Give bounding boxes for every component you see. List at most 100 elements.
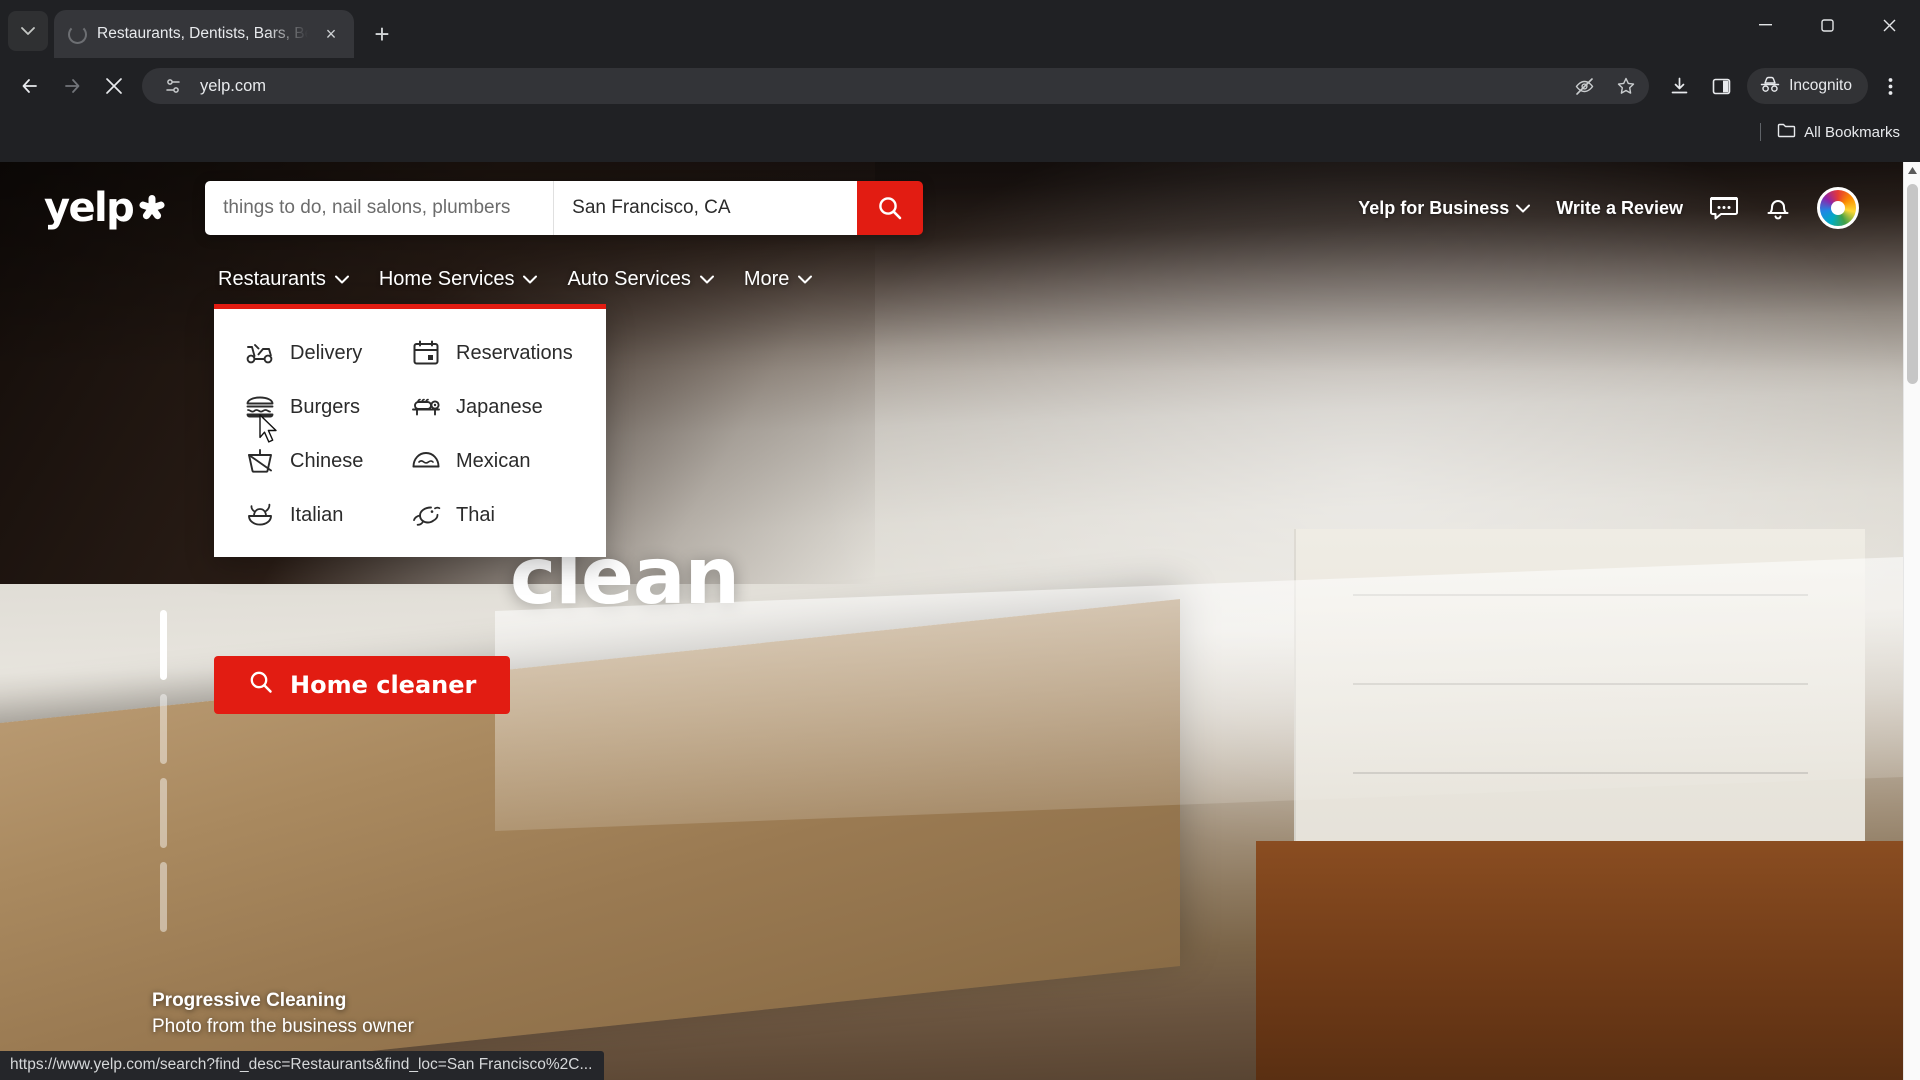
photo-credit-business: Progressive Cleaning <box>152 990 347 1011</box>
new-tab-button[interactable]: + <box>364 16 400 52</box>
search-input[interactable] <box>223 197 536 219</box>
scroll-up-arrow-icon[interactable] <box>1904 162 1920 179</box>
category-restaurants[interactable]: Restaurants <box>218 258 379 305</box>
category-label: Auto Services <box>567 268 691 290</box>
window-controls <box>1734 0 1920 50</box>
browser-window: Restaurants, Dentists, Bars, Bea × + yel… <box>0 0 1920 1080</box>
photo-credit: Progressive Cleaning Photo from the busi… <box>152 990 414 1038</box>
yelp-header: yelp things to do, nail salons, plumbers… <box>0 162 1903 254</box>
dropdown-item-label: Burgers <box>290 395 361 418</box>
dropdown-item-thai[interactable]: Thai <box>410 499 576 531</box>
yelp-for-business-menu[interactable]: Yelp for Business <box>1358 197 1531 219</box>
stop-loading-icon[interactable] <box>94 66 134 106</box>
shrimp-icon <box>410 499 442 531</box>
dropdown-item-label: Thai <box>456 503 495 526</box>
browser-tab[interactable]: Restaurants, Dentists, Bars, Bea × <box>54 10 354 58</box>
page-scrollbar[interactable] <box>1903 162 1920 1080</box>
dropdown-item-label: Chinese <box>290 449 364 472</box>
hero-photo-floor <box>1255 841 1903 1080</box>
notifications-bell-icon[interactable] <box>1765 194 1791 222</box>
incognito-indicator[interactable]: Incognito <box>1747 68 1868 104</box>
search-submit-button[interactable] <box>857 181 924 235</box>
yelp-wordmark: yelp <box>44 185 135 231</box>
search-location-field[interactable] <box>553 181 858 235</box>
category-more[interactable]: More <box>744 258 843 305</box>
incognito-hat-icon <box>1759 74 1781 99</box>
carousel-indicator[interactable] <box>160 862 167 932</box>
dropdown-item-label: Japanese <box>456 395 543 418</box>
close-tab-icon[interactable]: × <box>318 21 344 47</box>
incognito-label: Incognito <box>1789 77 1852 94</box>
chevron-down-icon <box>334 272 349 287</box>
dropdown-item-mexican[interactable]: Mexican <box>410 445 576 477</box>
page-viewport: clean yelp things to do, nail salons, pl… <box>0 162 1920 1080</box>
tab-title: Restaurants, Dentists, Bars, Bea <box>97 25 308 42</box>
all-bookmarks-label: All Bookmarks <box>1804 123 1900 141</box>
dropdown-item-label: Mexican <box>456 449 531 472</box>
tab-search-icon[interactable] <box>8 11 48 51</box>
eye-slash-icon[interactable] <box>1569 71 1599 101</box>
category-label: Home Services <box>378 268 515 290</box>
category-auto-services[interactable]: Auto Services <box>567 258 743 305</box>
url-text[interactable]: yelp.com <box>200 77 1557 96</box>
yelp-header-nav: Yelp for Business Write a Review <box>1358 187 1859 229</box>
yelp-for-business-label: Yelp for Business <box>1358 197 1510 218</box>
dropdown-item-delivery[interactable]: Delivery <box>244 337 410 369</box>
dropdown-item-italian[interactable]: Italian <box>244 499 410 531</box>
minimize-button[interactable] <box>1734 0 1796 50</box>
burger-icon <box>244 391 276 423</box>
three-dot-menu-icon[interactable] <box>1870 66 1910 106</box>
dropdown-item-label: Delivery <box>290 341 363 364</box>
write-a-review-link[interactable]: Write a Review <box>1556 198 1683 219</box>
carousel-indicator[interactable] <box>160 778 167 848</box>
dropdown-item-label: Italian <box>290 503 344 526</box>
dropdown-item-burgers[interactable]: Burgers <box>244 391 410 423</box>
user-avatar[interactable] <box>1817 187 1859 229</box>
side-panel-icon[interactable] <box>1701 66 1741 106</box>
taco-icon <box>410 445 442 477</box>
download-icon[interactable] <box>1659 66 1699 106</box>
takeout-box-icon <box>244 445 276 477</box>
write-a-review-label: Write a Review <box>1556 197 1683 218</box>
cta-label: Home cleaner <box>290 671 477 699</box>
chevron-down-icon <box>523 272 538 287</box>
hero-carousel-indicators <box>160 610 167 932</box>
dropdown-item-reservations[interactable]: Reservations <box>410 337 576 369</box>
category-home-services[interactable]: Home Services <box>379 258 568 305</box>
bookmark-separator <box>1760 123 1762 141</box>
yelp-search-bar <box>205 181 924 235</box>
yelp-burst-icon <box>137 193 167 223</box>
carousel-indicator[interactable] <box>160 610 167 680</box>
star-icon[interactable] <box>1611 71 1641 101</box>
chevron-down-icon <box>699 272 714 287</box>
calendar-icon <box>410 337 442 369</box>
carousel-indicator[interactable] <box>160 694 167 764</box>
search-icon <box>248 669 274 701</box>
site-settings-icon[interactable] <box>158 71 188 101</box>
photo-credit-source: Photo from the business owner <box>152 1016 414 1037</box>
scrollbar-thumb[interactable] <box>1907 184 1918 384</box>
close-window-button[interactable] <box>1858 0 1920 50</box>
yelp-logo[interactable]: yelp <box>44 185 167 231</box>
loading-spinner-icon <box>68 24 87 44</box>
browser-toolbar: yelp.com Incognito <box>0 58 1920 114</box>
dropdown-item-japanese[interactable]: Japanese <box>410 391 576 423</box>
home-cleaner-cta-button[interactable]: Home cleaner <box>214 656 511 714</box>
category-label: Restaurants <box>218 268 326 290</box>
delivery-scooter-icon <box>244 337 276 369</box>
status-bar-url: https://www.yelp.com/search?find_desc=Re… <box>0 1051 605 1080</box>
restaurants-dropdown-menu: Delivery Reservations Burgers Japanese C… <box>214 304 606 557</box>
chevron-down-icon <box>798 272 813 287</box>
location-input[interactable] <box>572 197 840 219</box>
maximize-button[interactable] <box>1796 0 1858 50</box>
tab-strip: Restaurants, Dentists, Bars, Bea × + <box>0 0 1920 58</box>
folder-icon <box>1777 122 1796 142</box>
all-bookmarks-button[interactable]: All Bookmarks <box>1771 118 1906 146</box>
address-bar[interactable]: yelp.com <box>142 68 1650 104</box>
dropdown-item-label: Reservations <box>456 341 573 364</box>
forward-arrow-icon <box>52 66 92 106</box>
dropdown-item-chinese[interactable]: Chinese <box>244 445 410 477</box>
back-arrow-icon[interactable] <box>10 66 50 106</box>
search-desc-field[interactable] <box>205 181 554 235</box>
messages-icon[interactable] <box>1709 195 1739 221</box>
